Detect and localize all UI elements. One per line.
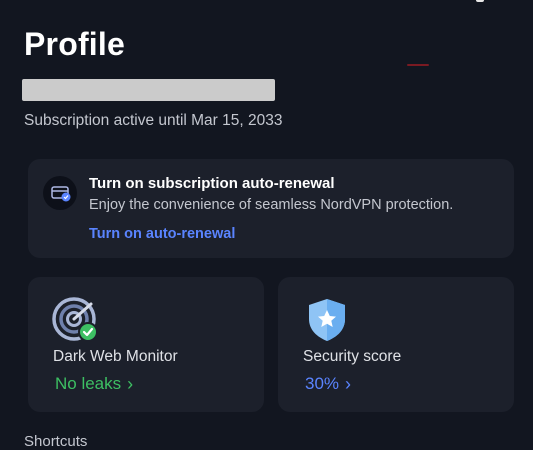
page-title: Profile bbox=[24, 26, 125, 62]
dark-web-monitor-title: Dark Web Monitor bbox=[53, 348, 178, 365]
status-bar-fragment bbox=[476, 0, 484, 2]
renewal-title: Turn on subscription auto-renewal bbox=[89, 175, 335, 192]
no-leaks-text: No leaks bbox=[55, 374, 122, 393]
renewal-description: Enjoy the convenience of seamless NordVP… bbox=[89, 197, 454, 213]
chevron-right-icon: › bbox=[127, 374, 134, 394]
chevron-right-icon: › bbox=[345, 374, 352, 394]
security-score-card[interactable]: Security score 30% › bbox=[278, 277, 514, 412]
auto-renew-card-icon bbox=[43, 176, 77, 210]
decorative-mark bbox=[407, 64, 429, 66]
security-score-title: Security score bbox=[303, 348, 402, 365]
profile-screen: { "header": { "title": "Profile", "subsc… bbox=[0, 0, 533, 450]
security-score-percent: 30% bbox=[305, 374, 340, 393]
turn-on-auto-renewal-link[interactable]: Turn on auto-renewal bbox=[89, 226, 235, 242]
redacted-account-email bbox=[22, 79, 275, 101]
radar-check-icon bbox=[52, 295, 102, 345]
auto-renewal-card: Turn on subscription auto-renewal Enjoy … bbox=[28, 159, 514, 258]
shield-star-icon bbox=[302, 295, 352, 345]
dark-web-monitor-card[interactable]: Dark Web Monitor No leaks › bbox=[28, 277, 264, 412]
subscription-status: Subscription active until Mar 15, 2033 bbox=[24, 112, 283, 129]
dark-web-monitor-status[interactable]: No leaks › bbox=[55, 374, 133, 394]
shortcuts-section-title: Shortcuts bbox=[24, 433, 88, 450]
security-score-value[interactable]: 30% › bbox=[305, 374, 351, 394]
